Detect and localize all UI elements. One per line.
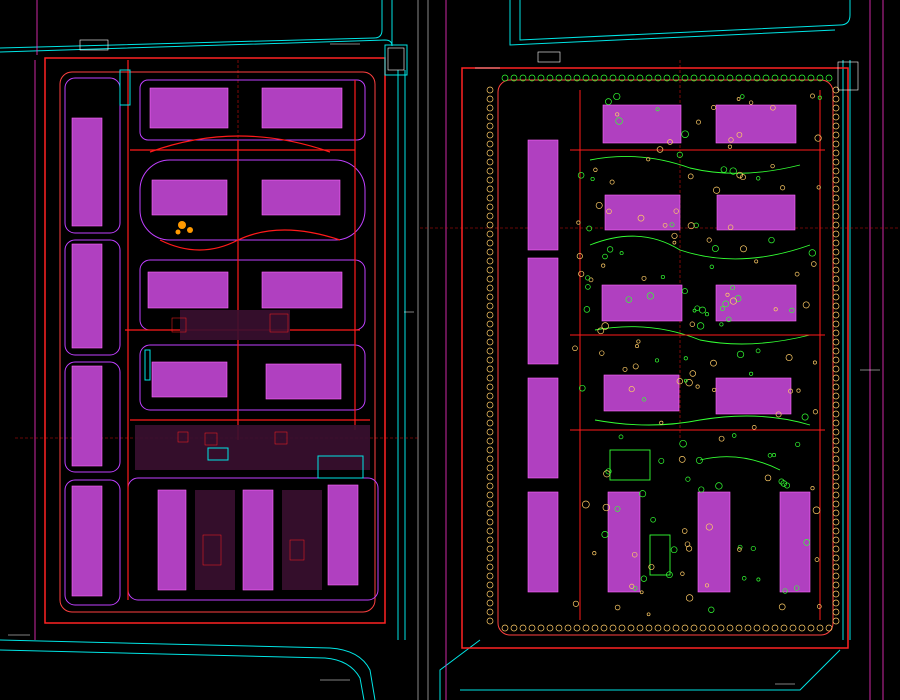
cad-site-plan-drawing [0,0,900,700]
